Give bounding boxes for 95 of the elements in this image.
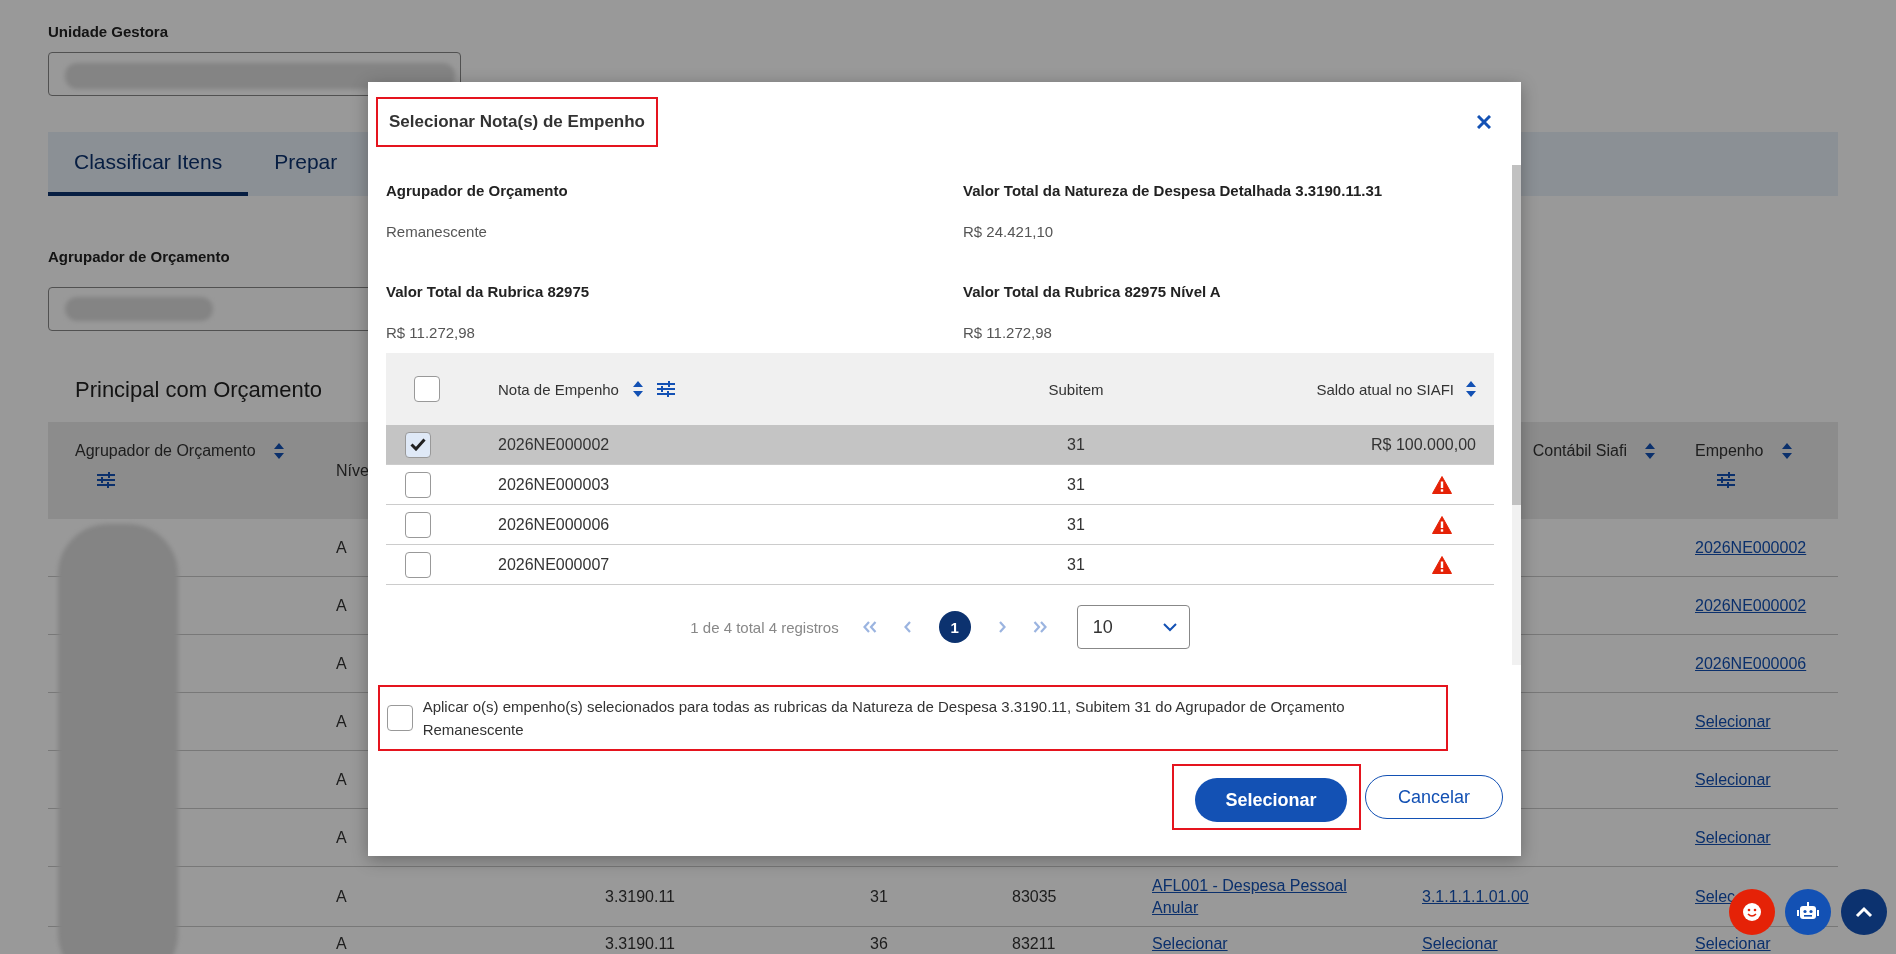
filter-icon[interactable] <box>1717 472 1735 488</box>
table-cell: R$ 100.000,00 <box>1371 435 1476 454</box>
table-cell: 31 <box>870 887 888 905</box>
table-cell: 83035 <box>1012 887 1057 905</box>
page-button[interactable]: 1 <box>938 611 971 643</box>
warning-icon <box>1432 555 1452 574</box>
table-row[interactable]: 2026NE000003 31 <box>386 465 1494 505</box>
table-cell: 31 <box>1067 515 1085 534</box>
table-link[interactable]: 3.1.1.1.1.01.00 <box>1422 885 1529 908</box>
table-row[interactable]: 2026NE000006 31 <box>386 505 1494 545</box>
select-field[interactable] <box>48 52 461 96</box>
chevron-up-icon <box>1855 906 1873 918</box>
column-header: Agrupador de Orçamento <box>75 442 256 460</box>
caret-icon <box>1162 622 1177 632</box>
summary-label: Valor Total da Rubrica 82975 Nível A <box>963 282 1222 302</box>
table-row[interactable]: 2026NE000002 31 R$ 100.000,00 <box>386 425 1494 465</box>
table-cell: A <box>336 828 347 846</box>
table-cell: 2026NE000006 <box>498 515 610 534</box>
empenho-link[interactable]: Selecionar <box>1695 933 1771 954</box>
close-icon[interactable] <box>1477 115 1491 129</box>
table-cell: A <box>336 935 347 952</box>
summary-value: R$ 11.272,98 <box>963 323 1053 343</box>
tab[interactable]: Classificar Itens <box>48 132 249 196</box>
summary-label: Valor Total da Natureza de Despesa Detalhada 3.3190.11.31 <box>963 181 1384 201</box>
table-cell: 31 <box>1067 555 1085 574</box>
empenho-link[interactable]: 2026NE000006 <box>1695 652 1807 675</box>
table-cell: A <box>336 887 347 905</box>
table-cell: 3.3190.11 <box>605 935 675 952</box>
dialog-title: Selecionar Nota(s) de Empenho <box>389 112 645 132</box>
checkbox-label: Aplicar o(s) empenho(s) selecionados para todas as rubricas da Natureza de Despesa 3.3190.11, Subitem 31 do Agrupador de Orçamento Remanescente <box>422 697 1346 740</box>
checkbox[interactable] <box>405 471 431 498</box>
table-cell: 31 <box>1067 435 1085 454</box>
table-cell: 2026NE000007 <box>498 555 610 574</box>
column-header: Empenho <box>1695 442 1764 460</box>
column-header: Saldo atual no SIAFI <box>1316 380 1454 398</box>
column-header: Contábil Siafi <box>1532 442 1627 460</box>
cancel-button[interactable]: Cancelar <box>1365 775 1503 819</box>
field-label: Agrupador de Orçamento <box>48 247 231 267</box>
chatbot-button[interactable] <box>1785 889 1831 935</box>
column-header: Subitem <box>1048 380 1104 398</box>
summary-value: R$ 24.421,10 <box>963 222 1055 242</box>
empenho-link[interactable]: Selecionar <box>1695 826 1771 849</box>
sort-icon[interactable] <box>1781 443 1792 459</box>
sort-icon[interactable] <box>1466 381 1476 397</box>
warning-icon <box>1432 475 1452 494</box>
sort-icon[interactable] <box>273 443 284 459</box>
checkbox[interactable] <box>387 705 413 731</box>
smiley-icon <box>1742 902 1762 922</box>
checkbox[interactable] <box>405 431 431 458</box>
filter-icon[interactable] <box>97 472 115 488</box>
double-chevron-left-icon[interactable] <box>862 621 877 633</box>
checkbox[interactable] <box>414 376 440 402</box>
field-label: Unidade Gestora <box>48 22 170 42</box>
table-cell: 83211 <box>1012 935 1056 952</box>
warning-icon <box>1432 515 1452 534</box>
table-row[interactable]: 2026NE000007 31 <box>386 545 1494 585</box>
table-cell: A <box>336 538 347 556</box>
select-button[interactable]: Selecionar <box>1195 778 1347 822</box>
table-cell: A <box>336 770 347 788</box>
summary-value: R$ 11.272,98 <box>386 323 476 343</box>
table-cell: A <box>336 712 347 730</box>
pagination-summary: 1 de 4 total 4 registros <box>690 618 839 636</box>
checkbox[interactable] <box>405 551 431 578</box>
back-to-top-button[interactable] <box>1841 889 1887 935</box>
section-title: Principal com Orçamento <box>75 377 322 402</box>
column-header: Níve <box>336 461 369 480</box>
checkbox[interactable] <box>405 511 431 538</box>
empenho-link[interactable]: 2026NE000002 <box>1695 536 1807 559</box>
table-link[interactable]: Selecionar <box>1152 933 1228 954</box>
summary-label: Agrupador de Orçamento <box>386 181 569 201</box>
column-header: Nota de Empenho <box>498 380 619 398</box>
filter-icon[interactable] <box>656 381 675 397</box>
table-cell: 3.3190.11 <box>605 887 675 905</box>
scrollbar-thumb[interactable] <box>1512 165 1521 505</box>
sort-icon[interactable] <box>632 381 643 397</box>
table-cell: A <box>336 596 347 614</box>
check-icon <box>410 438 426 451</box>
table-link[interactable]: Selecionar <box>1422 933 1498 954</box>
tab[interactable]: Prepar <box>248 132 364 196</box>
sort-icon[interactable] <box>1645 443 1655 459</box>
empenho-link[interactable]: 2026NE000002 <box>1695 594 1807 617</box>
page-size-select[interactable]: 10 <box>1076 605 1190 649</box>
table-cell: 31 <box>1067 475 1085 494</box>
table-cell: A <box>336 654 347 672</box>
table-cell: 2026NE000002 <box>498 435 610 454</box>
summary-value: Remanescente <box>386 222 488 242</box>
summary-label: Valor Total da Rubrica 82975 <box>386 282 591 302</box>
double-chevron-right-icon[interactable] <box>1032 621 1047 633</box>
robot-icon <box>1797 902 1819 922</box>
table-cell: 2026NE000003 <box>498 475 610 494</box>
scrollbar[interactable] <box>1512 165 1521 665</box>
empenho-link[interactable]: Selecionar <box>1695 710 1771 733</box>
table-cell: 36 <box>870 935 888 952</box>
empenho-link[interactable]: Selecionar <box>1695 768 1771 791</box>
table-link[interactable]: AFL001 - Despesa Pessoal Anular <box>1152 874 1382 919</box>
